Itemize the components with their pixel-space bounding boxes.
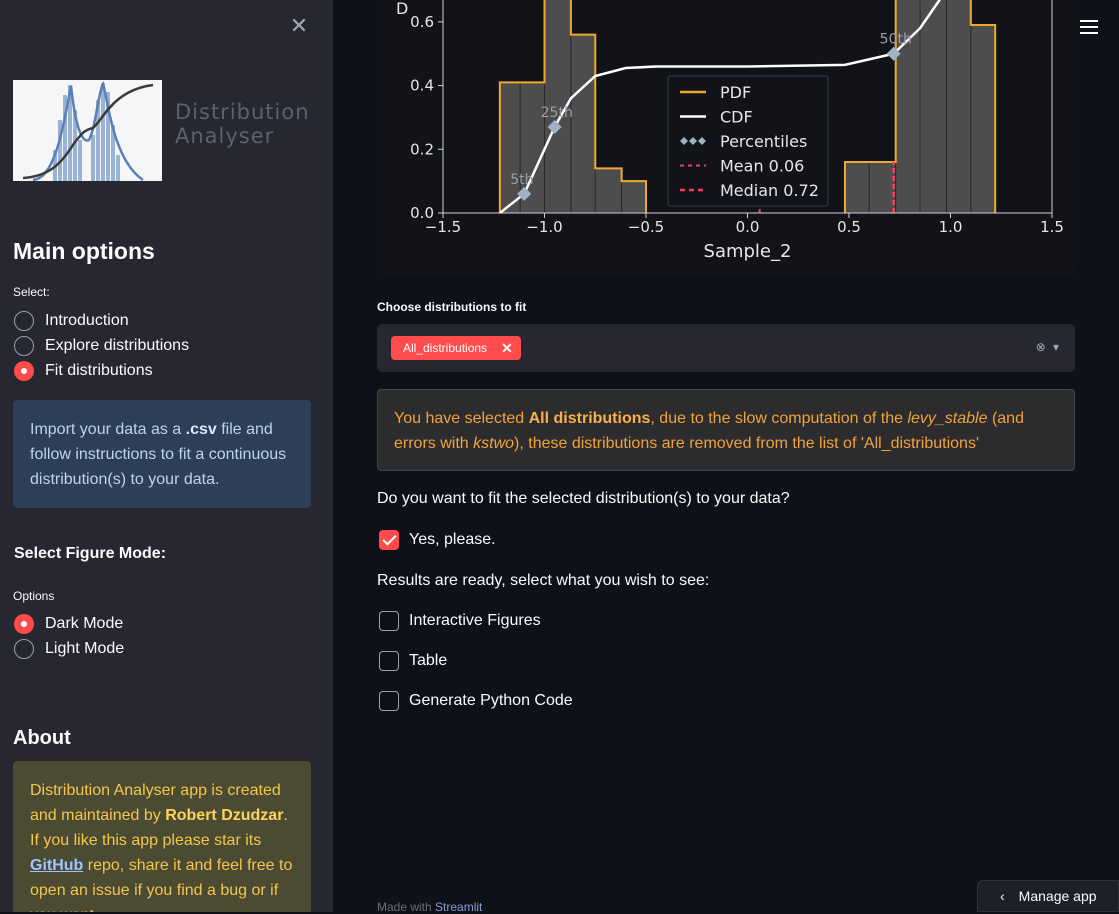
radio-circle bbox=[14, 311, 34, 331]
select-controls[interactable]: ⊗ ▾ bbox=[1036, 340, 1059, 354]
about-author: Robert Dzudzar bbox=[165, 807, 284, 824]
x-tick-label: 1.0 bbox=[939, 218, 963, 236]
percentile-label: 5th bbox=[510, 172, 533, 188]
warning-bold: All distributions bbox=[528, 410, 651, 427]
y-tick-label: 0.6 bbox=[410, 13, 434, 31]
close-icon[interactable]: ✕ bbox=[289, 15, 309, 37]
checkbox-yes-please[interactable]: Yes, please. bbox=[379, 530, 496, 550]
fit-question: Do you want to fit the selected distribu… bbox=[377, 490, 790, 507]
warning-text: , due to the slow computation of the bbox=[650, 410, 908, 427]
manage-app-label: Manage app bbox=[1018, 888, 1097, 904]
histogram-bar bbox=[570, 34, 596, 214]
warning-italic: levy_stable bbox=[907, 410, 988, 427]
histogram-bar bbox=[621, 180, 647, 214]
radio-fit-distributions[interactable]: Fit distributions bbox=[14, 360, 153, 382]
radio-explore-distributions[interactable]: Explore distributions bbox=[14, 335, 189, 357]
remove-tag-icon[interactable]: ✕ bbox=[501, 340, 513, 357]
checkbox-checked bbox=[379, 530, 399, 550]
x-tick-label: −0.5 bbox=[628, 218, 664, 236]
radio-circle-selected bbox=[14, 361, 34, 381]
warning-text: ), these distributions are removed from … bbox=[514, 435, 980, 452]
y-tick-label: 0.2 bbox=[410, 140, 434, 158]
radio-dark-mode[interactable]: Dark Mode bbox=[14, 613, 123, 635]
logo-image bbox=[13, 80, 162, 181]
about-box: Distribution Analyser app is created and… bbox=[13, 761, 311, 912]
checkbox-generate-python-code[interactable]: Generate Python Code bbox=[379, 691, 573, 711]
histogram-bar bbox=[919, 0, 947, 214]
y-axis-label: D bbox=[396, 0, 408, 18]
select-label: Select: bbox=[13, 285, 50, 299]
x-tick-label: 0.0 bbox=[736, 218, 760, 236]
legend-label: Percentiles bbox=[720, 132, 807, 151]
chart-card: 5th 25th 50th −1.5 −1.0 −0.5 0.0 0.5 1.0 1.5 0.0 0.… bbox=[376, 0, 1078, 276]
radio-label: Introduction bbox=[45, 312, 129, 329]
percentile-label: 50th bbox=[880, 32, 912, 48]
results-text: Results are ready, select what you wish … bbox=[377, 572, 710, 589]
info-box: Import your data as a .csv file and foll… bbox=[13, 400, 311, 508]
histogram-bar bbox=[844, 161, 870, 214]
main-options-heading: Main options bbox=[13, 238, 155, 264]
x-tick-label: 0.5 bbox=[837, 218, 861, 236]
radio-introduction[interactable]: Introduction bbox=[14, 310, 129, 332]
clear-icon[interactable]: ⊗ bbox=[1036, 340, 1046, 354]
legend-label: CDF bbox=[720, 108, 753, 127]
about-heading: About bbox=[13, 727, 71, 749]
radio-circle-selected bbox=[14, 614, 34, 634]
checkbox-interactive-figures[interactable]: Interactive Figures bbox=[379, 611, 541, 631]
warning-box: You have selected All distributions, due… bbox=[377, 389, 1075, 471]
percentile-label: 25th bbox=[541, 105, 573, 121]
legend-label: Median 0.72 bbox=[720, 181, 819, 200]
x-axis-label: Sample_2 bbox=[704, 241, 792, 262]
x-tick-label: 1.5 bbox=[1040, 218, 1064, 236]
radio-light-mode[interactable]: Light Mode bbox=[14, 638, 124, 660]
logo-text-line1: Distribution bbox=[175, 100, 310, 124]
warning-italic: kstwo bbox=[473, 435, 515, 452]
sidebar: ✕ Distribution Analyser Main options Sel… bbox=[0, 0, 333, 912]
radio-circle bbox=[14, 639, 34, 659]
distribution-chart: 5th25th50th−1.5 −1.0 −0.5 0.0 0.5 1.0 1.50.00.… bbox=[396, 0, 1064, 262]
checkbox-box bbox=[379, 651, 399, 671]
options-label: Options bbox=[13, 589, 55, 603]
radio-label: Fit distributions bbox=[45, 362, 153, 379]
warning-text: You have selected bbox=[394, 410, 529, 427]
legend-label: PDF bbox=[720, 83, 751, 102]
histogram-bar bbox=[945, 0, 972, 214]
figure-mode-heading: Select Figure Mode: bbox=[14, 545, 167, 562]
logo-text: Distribution Analyser bbox=[175, 100, 310, 148]
histogram-bar bbox=[499, 81, 521, 214]
histogram-bar bbox=[594, 167, 623, 214]
chevron-left-icon: ‹ bbox=[1000, 888, 1005, 904]
logo-text-line2: Analyser bbox=[175, 124, 275, 148]
radio-label: Explore distributions bbox=[45, 337, 190, 354]
checkbox-label: Interactive Figures bbox=[409, 612, 541, 629]
github-link[interactable]: GitHub bbox=[30, 857, 83, 874]
info-text-bold: .csv bbox=[185, 421, 217, 438]
info-text: Import your data as a bbox=[30, 421, 186, 438]
checkbox-label: Table bbox=[409, 652, 448, 669]
y-tick-label: 0.0 bbox=[410, 204, 434, 222]
radio-label: Light Mode bbox=[45, 640, 125, 657]
histogram-bar bbox=[868, 161, 897, 214]
legend-label: Mean 0.06 bbox=[720, 157, 804, 176]
manage-app-button[interactable]: ‹ Manage app bbox=[977, 880, 1119, 912]
y-tick-label: 0.4 bbox=[410, 77, 434, 95]
radio-label: Dark Mode bbox=[45, 615, 124, 632]
checkbox-box bbox=[379, 691, 399, 711]
checkbox-table[interactable]: Table bbox=[379, 651, 447, 671]
x-tick-label: −1.0 bbox=[526, 218, 562, 236]
checkbox-label: Yes, please. bbox=[409, 531, 496, 548]
distributions-multiselect[interactable]: All_distributions ✕ ⊗ ▾ bbox=[377, 324, 1075, 372]
checkbox-box bbox=[379, 611, 399, 631]
checkbox-label: Generate Python Code bbox=[409, 692, 573, 709]
tag-label: All_distributions bbox=[403, 341, 488, 355]
hamburger-menu-icon[interactable] bbox=[1080, 20, 1098, 36]
histogram-bar bbox=[970, 24, 996, 214]
choose-distributions-label: Choose distributions to fit bbox=[377, 300, 527, 314]
chevron-down-icon[interactable]: ▾ bbox=[1053, 340, 1059, 354]
radio-circle bbox=[14, 336, 34, 356]
selected-tag: All_distributions ✕ bbox=[391, 336, 521, 360]
